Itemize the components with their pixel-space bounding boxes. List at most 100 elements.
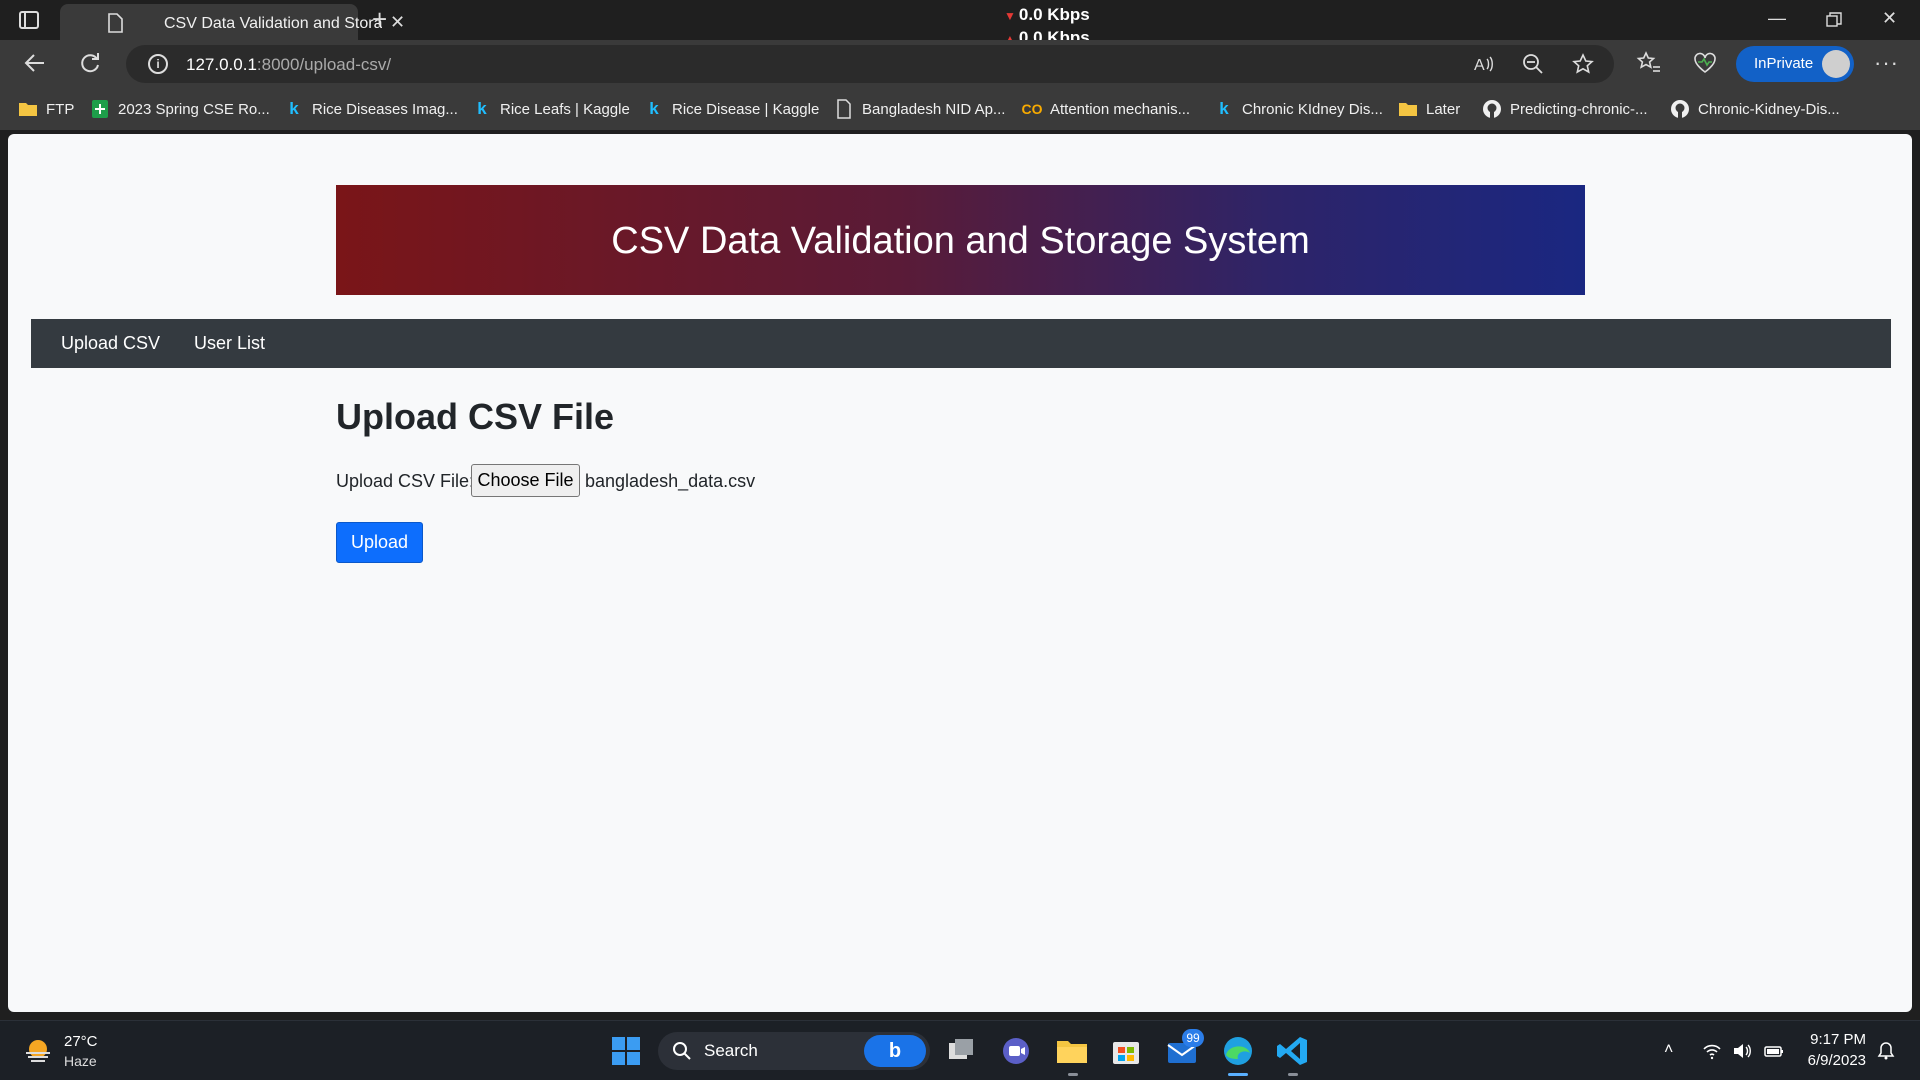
browser-title-bar: CSV Data Validation and Storage System ✕… (0, 0, 1920, 47)
read-aloud-icon[interactable]: A (1472, 53, 1494, 75)
running-indicator (1288, 1073, 1298, 1076)
github-icon (1482, 99, 1502, 119)
notifications-icon[interactable] (1876, 1041, 1896, 1061)
minimize-icon[interactable]: — (1768, 8, 1786, 29)
task-view-icon[interactable] (944, 1033, 980, 1069)
active-app-indicator (1228, 1073, 1248, 1076)
battery-icon[interactable] (1764, 1041, 1784, 1061)
bookmark-label: Chronic KIdney Dis... (1242, 100, 1383, 118)
url-path: :8000/upload-csv/ (256, 55, 392, 74)
bookmark-later[interactable]: Later (1398, 99, 1460, 119)
chevron-up-icon[interactable]: ˄ (1664, 1041, 1684, 1061)
inprivate-label: InPrivate (1754, 55, 1814, 72)
edge-browser-icon[interactable] (1220, 1033, 1256, 1069)
favorites-icon[interactable] (1636, 50, 1662, 76)
bookmark-rice-disease[interactable]: k Rice Disease | Kaggle (644, 99, 819, 119)
kaggle-icon: k (649, 99, 659, 118)
restore-icon[interactable] (1826, 12, 1842, 28)
teams-chat-icon[interactable] (998, 1033, 1034, 1069)
taskbar-search[interactable]: Search b (658, 1032, 930, 1070)
hero-title: CSV Data Validation and Storage System (611, 220, 1310, 262)
browser-tab[interactable]: CSV Data Validation and Storage System ✕ (60, 4, 405, 40)
bookmark-bangladesh-nid[interactable]: Bangladesh NID Ap... (834, 99, 1005, 119)
wifi-icon[interactable] (1702, 1041, 1722, 1061)
inprivate-button[interactable]: InPrivate (1736, 46, 1854, 82)
close-window-icon[interactable]: ✕ (1882, 8, 1897, 29)
bookmark-attention-mechanism[interactable]: CO Attention mechanis... (1021, 99, 1191, 119)
refresh-icon[interactable] (77, 50, 103, 76)
file-explorer-icon[interactable] (1054, 1033, 1090, 1069)
tab-title: CSV Data Validation and Storage System (164, 15, 382, 32)
bookmark-rice-leafs[interactable]: k Rice Leafs | Kaggle (472, 99, 630, 119)
choose-file-button[interactable]: Choose File (471, 464, 580, 497)
weather-condition: Haze (64, 1053, 97, 1069)
clock-date[interactable]: 6/9/2023 (1796, 1052, 1866, 1069)
nav-link-user-list[interactable]: User List (194, 333, 265, 354)
bookmark-rice-diseases-images[interactable]: k Rice Diseases Imag... (284, 99, 458, 119)
new-tab-icon[interactable]: + (372, 4, 387, 35)
download-speed: 0.0 Kbps (1018, 5, 1090, 24)
site-navbar: Upload CSV User List (31, 319, 1891, 368)
github-icon (1670, 99, 1690, 119)
favorite-star-icon[interactable] (1572, 53, 1594, 75)
search-icon (673, 1042, 691, 1060)
folder-icon (1398, 99, 1418, 119)
bookmark-label: Bangladesh NID Ap... (862, 100, 1006, 118)
kaggle-icon: k (289, 99, 299, 118)
close-tab-icon[interactable]: ✕ (390, 12, 405, 33)
kaggle-icon: k (1219, 99, 1229, 118)
tab-actions-icon[interactable] (18, 9, 40, 31)
zoom-out-icon[interactable] (1522, 53, 1544, 75)
bookmark-label: Attention mechanis... (1050, 100, 1191, 118)
windows-taskbar: 27°C Haze Search b 99 ˄ 9:17 PM 6/9/2023 (0, 1020, 1920, 1080)
bookmark-label: FTP (46, 100, 75, 118)
bookmarks-bar: FTP 2023 Spring CSE Ro... k Rice Disease… (0, 88, 1920, 130)
running-indicator (1068, 1073, 1078, 1076)
page-icon (108, 13, 123, 33)
hero-banner: CSV Data Validation and Storage System (336, 185, 1585, 295)
page-viewport: CSV Data Validation and Storage System U… (8, 134, 1912, 1012)
nav-link-upload-csv[interactable]: Upload CSV (61, 333, 160, 354)
profile-avatar (1822, 50, 1850, 78)
file-field-label: Upload CSV File: (336, 471, 475, 491)
bookmark-predicting-chronic[interactable]: Predicting-chronic-... (1482, 99, 1648, 119)
selected-file-name: bangladesh_data.csv (585, 471, 756, 491)
upload-button[interactable]: Upload (336, 522, 423, 563)
more-options-icon[interactable]: ··· (1874, 50, 1899, 76)
bookmark-chronic-kidney-dis-github[interactable]: Chronic-Kidney-Dis... (1670, 99, 1840, 119)
kaggle-icon: k (477, 99, 487, 118)
site-info-icon[interactable]: i (148, 54, 168, 74)
sheets-icon (90, 99, 110, 119)
weather-haze-icon[interactable] (22, 1035, 54, 1067)
bookmark-label: Rice Leafs | Kaggle (500, 100, 630, 118)
weather-temperature: 27°C (64, 1033, 98, 1050)
address-bar[interactable]: i 127.0.0.1:8000/upload-csv/ A (126, 45, 1614, 83)
bing-chat-icon[interactable]: b (864, 1035, 926, 1067)
page-title: Upload CSV File (336, 396, 615, 437)
bookmark-ftp[interactable]: FTP (18, 99, 74, 119)
microsoft-store-icon[interactable] (1108, 1033, 1144, 1069)
bookmark-label: Predicting-chronic-... (1510, 100, 1648, 118)
bookmark-chronic-kidney-disease[interactable]: k Chronic KIdney Dis... (1214, 99, 1383, 119)
browser-toolbar: i 127.0.0.1:8000/upload-csv/ A InPrivate… (0, 40, 1920, 88)
vscode-icon[interactable] (1274, 1033, 1310, 1069)
bookmark-label: Later (1426, 100, 1461, 118)
volume-icon[interactable] (1732, 1041, 1752, 1061)
colab-icon: CO (1021, 101, 1043, 117)
page-icon (834, 99, 854, 119)
url-text[interactable]: 127.0.0.1:8000/upload-csv/ (186, 55, 391, 75)
browser-essentials-icon[interactable] (1692, 50, 1718, 76)
start-windows-icon[interactable] (608, 1033, 644, 1069)
bookmark-label: 2023 Spring CSE Ro... (118, 100, 270, 118)
svg-text:A: A (1474, 57, 1485, 74)
bookmark-cse-routine[interactable]: 2023 Spring CSE Ro... (90, 99, 270, 119)
download-arrow-icon: ▼ (1004, 9, 1016, 23)
bookmark-label: Chronic-Kidney-Dis... (1698, 100, 1840, 118)
clock-time[interactable]: 9:17 PM (1808, 1031, 1866, 1048)
back-icon[interactable] (22, 50, 48, 76)
bookmark-label: Rice Disease | Kaggle (672, 100, 820, 118)
mail-badge: 99 (1182, 1029, 1204, 1047)
url-host: 127.0.0.1 (186, 55, 257, 74)
bookmark-label: Rice Diseases Imag... (312, 100, 458, 118)
search-label: Search (704, 1041, 758, 1060)
